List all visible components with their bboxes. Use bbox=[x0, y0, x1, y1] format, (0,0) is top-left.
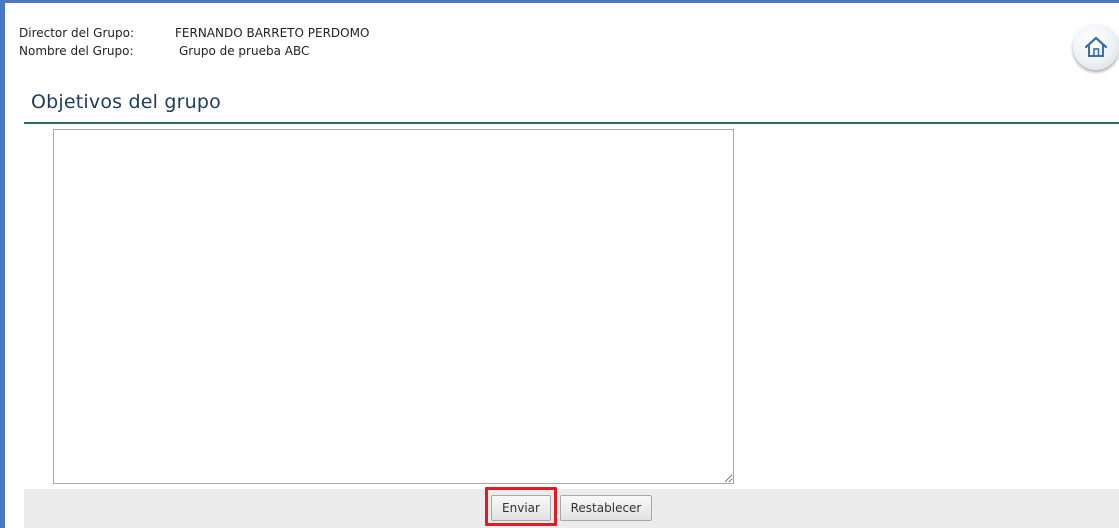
group-label: Nombre del Grupo: bbox=[19, 44, 134, 58]
group-info: Director del Grupo: FERNANDO BARRETO PER… bbox=[19, 24, 369, 60]
director-row: Director del Grupo: FERNANDO BARRETO PER… bbox=[19, 24, 369, 42]
group-row: Nombre del Grupo: Grupo de prueba ABC bbox=[19, 42, 369, 60]
title-divider bbox=[24, 122, 1119, 124]
section-title: Objetivos del grupo bbox=[31, 91, 221, 113]
director-value: FERNANDO BARRETO PERDOMO bbox=[175, 26, 370, 40]
director-label: Director del Grupo: bbox=[19, 26, 135, 40]
reset-button[interactable]: Restablecer bbox=[560, 495, 652, 521]
submit-button[interactable]: Enviar bbox=[491, 495, 551, 521]
home-icon bbox=[1084, 36, 1108, 57]
home-button[interactable] bbox=[1073, 24, 1119, 70]
objectives-textarea[interactable] bbox=[53, 129, 734, 484]
group-value: Grupo de prueba ABC bbox=[179, 44, 310, 58]
